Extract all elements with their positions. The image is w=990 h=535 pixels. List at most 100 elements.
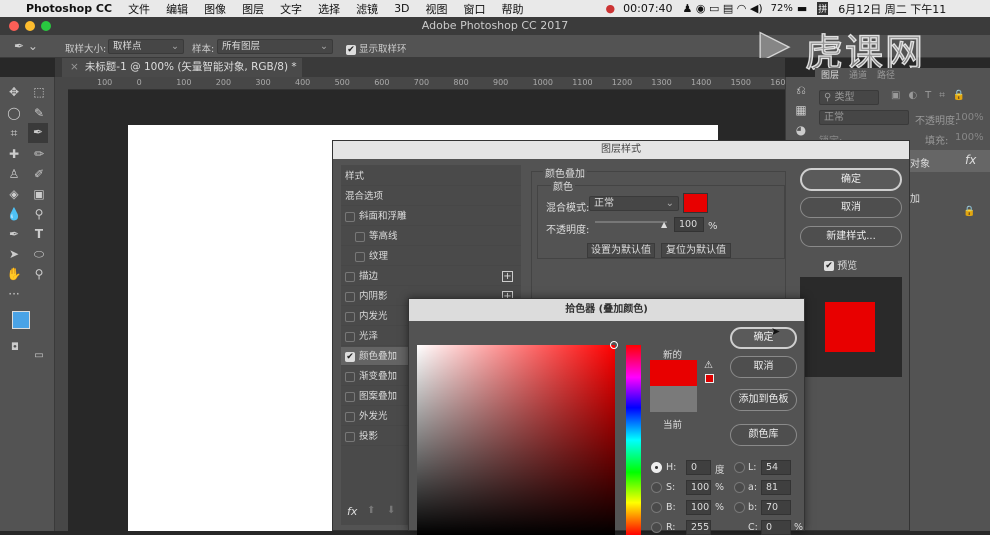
brush-tool-icon[interactable]: ✏ (30, 145, 48, 163)
menu-image[interactable]: 图像 (204, 1, 226, 17)
checkbox[interactable] (355, 231, 365, 242)
hand-tool-icon[interactable]: ✋ (5, 265, 23, 283)
gradient-tool-icon[interactable]: ▣ (30, 185, 48, 203)
filter-icons[interactable]: ▣◐T⌗🔒 (891, 90, 973, 101)
move-tool-icon[interactable]: ✥ (5, 83, 23, 101)
close-window-button[interactable] (9, 21, 19, 31)
checkbox[interactable] (345, 331, 355, 342)
menu-3d[interactable]: 3D (394, 2, 409, 15)
add-to-swatches-button[interactable]: 添加到色板 (730, 389, 797, 411)
opacity-input[interactable]: 100 (674, 217, 704, 232)
checkbox[interactable] (345, 411, 355, 422)
b-radio[interactable] (651, 502, 662, 513)
checkbox[interactable] (345, 391, 355, 402)
document-tab[interactable]: × 未标题-1 @ 100% (矢量智能对象, RGB/8) * (62, 58, 302, 77)
move-down-icon[interactable]: ⬇ (387, 505, 395, 516)
style-item[interactable]: 样式 (341, 167, 521, 186)
checkbox[interactable] (345, 271, 355, 282)
b-input[interactable]: 100 (686, 500, 711, 515)
style-item[interactable]: 等高线 (341, 227, 521, 246)
eyedropper-icon[interactable]: ✒ ⌄ (14, 39, 38, 53)
move-up-icon[interactable]: ⬆ (367, 505, 375, 516)
menu-edit[interactable]: 编辑 (166, 1, 188, 17)
checkbox[interactable] (345, 211, 355, 222)
zoom-tool-icon[interactable]: ⚲ (30, 265, 48, 283)
layer-filter-select[interactable]: ⚲ 类型 (819, 90, 879, 105)
close-tab-icon[interactable]: × (70, 61, 79, 73)
fill-value[interactable]: 100% (955, 132, 984, 143)
show-ring-checkbox[interactable]: ✔ 显示取样环 (346, 41, 407, 55)
checkbox[interactable] (345, 371, 355, 382)
style-item[interactable]: 描边 + (341, 267, 521, 286)
swatches-panel-icon[interactable]: ▦ (792, 101, 810, 119)
stamp-tool-icon[interactable]: ♙ (5, 165, 23, 183)
tab-layers[interactable]: 图层 (821, 68, 839, 81)
s-input[interactable]: 100 (686, 480, 711, 495)
layer-opacity-value[interactable]: 100% (955, 112, 984, 123)
color-panel-icon[interactable]: ◕ (792, 121, 810, 139)
checkbox[interactable]: ✔ (345, 351, 355, 362)
hue-slider[interactable] (626, 345, 641, 535)
picker-cancel-button[interactable]: 取消 (730, 356, 797, 378)
reset-default-button[interactable]: 复位为默认值 (661, 243, 731, 258)
ok-button[interactable]: 确定 (800, 168, 902, 191)
blur-tool-icon[interactable]: 💧 (5, 205, 23, 223)
gamut-color-swatch[interactable] (705, 374, 714, 383)
l-radio[interactable] (734, 462, 745, 473)
add-icon[interactable]: + (502, 271, 513, 282)
more-tools-icon[interactable]: ··· (5, 285, 23, 303)
minimize-window-button[interactable] (25, 21, 35, 31)
lasso-tool-icon[interactable]: ◯ (5, 104, 23, 122)
history-panel-icon[interactable]: ⎌ (792, 81, 810, 99)
menu-view[interactable]: 视图 (426, 1, 448, 17)
l-input[interactable]: 54 (761, 460, 791, 475)
menu-layer[interactable]: 图层 (242, 1, 264, 17)
healing-tool-icon[interactable]: ✚ (5, 145, 23, 163)
fx-menu-icon[interactable]: fx (347, 505, 357, 518)
r-input[interactable]: 255 (686, 520, 711, 535)
menu-select[interactable]: 选择 (318, 1, 340, 17)
set-default-button[interactable]: 设置为默认值 (587, 243, 655, 258)
sample-select[interactable]: 所有图层 ⌄ (217, 39, 333, 54)
ime-icon[interactable]: 拼 (817, 2, 829, 15)
menu-help[interactable]: 帮助 (502, 1, 524, 17)
fx-icon[interactable]: fx (965, 153, 976, 167)
h-input[interactable]: 0 (686, 460, 711, 475)
sample-size-select[interactable]: 取样点 ⌄ (108, 39, 184, 54)
layer-blend-select[interactable]: 正常 (819, 110, 909, 125)
a-input[interactable]: 81 (761, 480, 791, 495)
lab-b-radio[interactable] (734, 502, 745, 513)
style-item[interactable]: 斜面和浮雕 (341, 207, 521, 226)
quick-select-tool-icon[interactable]: ✎ (30, 104, 48, 122)
overlay-color-swatch[interactable] (683, 193, 708, 213)
crop-tool-icon[interactable]: ⌗ (5, 124, 23, 142)
color-libraries-button[interactable]: 颜色库 (730, 424, 797, 446)
blend-mode-select[interactable]: 正常 ⌄ (589, 196, 679, 211)
history-brush-icon[interactable]: ✐ (30, 165, 48, 183)
tab-paths[interactable]: 路径 (877, 68, 895, 81)
type-tool-icon[interactable]: T (30, 225, 48, 243)
path-select-tool-icon[interactable]: ➤ (5, 245, 23, 263)
tab-channels[interactable]: 通道 (849, 68, 867, 81)
checkbox[interactable] (345, 311, 355, 322)
s-radio[interactable] (651, 482, 662, 493)
menu-filter[interactable]: 滤镜 (356, 1, 378, 17)
checkbox[interactable] (345, 291, 355, 302)
c-input[interactable]: 0 (761, 520, 791, 535)
menu-window[interactable]: 窗口 (464, 1, 486, 17)
new-style-button[interactable]: 新建样式... (800, 226, 902, 247)
dodge-tool-icon[interactable]: ⚲ (30, 205, 48, 223)
cancel-button[interactable]: 取消 (800, 197, 902, 218)
menu-type[interactable]: 文字 (280, 1, 302, 17)
pen-tool-icon[interactable]: ✒ (5, 225, 23, 243)
opacity-slider[interactable] (595, 221, 667, 223)
menu-app[interactable]: Photoshop CC (26, 2, 112, 15)
foreground-color-swatch[interactable] (12, 311, 30, 329)
quick-mask-icon[interactable]: ◘ (6, 339, 24, 357)
zoom-window-button[interactable] (41, 21, 51, 31)
checkbox[interactable] (355, 251, 365, 262)
picker-ok-button[interactable]: 确定 (730, 327, 797, 349)
checkbox[interactable] (345, 431, 355, 442)
marquee-tool-icon[interactable]: ⬚ (30, 83, 48, 101)
h-radio[interactable] (651, 462, 662, 473)
